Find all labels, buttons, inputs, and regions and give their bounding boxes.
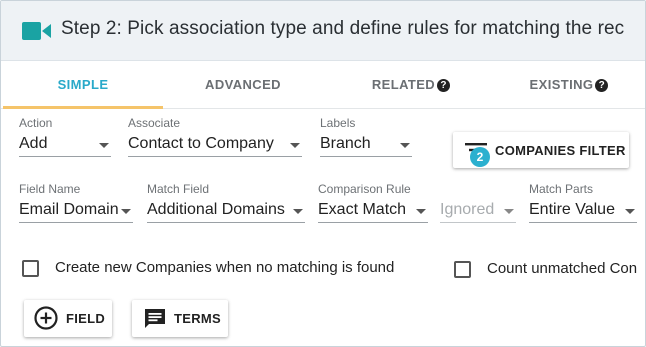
labels-value: Branch (320, 135, 371, 152)
filter-count-badge: 2 (470, 147, 490, 167)
companies-filter-label: COMPANIES FILTER (495, 143, 626, 158)
associate-field: Associate Contact to Company (128, 116, 302, 160)
tab-related-label: RELATED (371, 77, 436, 92)
action-label: Action (19, 116, 53, 130)
action-value: Add (19, 135, 48, 152)
tab-advanced-label: ADVANCED (205, 77, 281, 92)
field-name-value: Email Domain (19, 201, 119, 218)
labels-label: Labels (320, 116, 356, 130)
add-field-label: FIELD (66, 311, 106, 326)
match-field-select[interactable]: Additional Domains (147, 199, 305, 223)
create-new-label: Create new Companies when no matching is… (55, 259, 395, 276)
match-parts-label: Match Parts (529, 182, 594, 196)
associate-value: Contact to Company (128, 135, 274, 152)
chevron-down-icon (293, 209, 303, 214)
terms-label: TERMS (174, 311, 221, 326)
tab-existing-label: EXISTING (529, 77, 594, 92)
labels-select[interactable]: Branch (320, 133, 412, 157)
count-unmatched-label: Count unmatched Con (487, 260, 638, 277)
match-parts-value: Entire Value (529, 201, 615, 218)
create-new-checkbox[interactable] (22, 260, 39, 277)
chevron-down-icon (400, 143, 410, 148)
ignored-value: Ignored (440, 201, 495, 218)
step-header: Step 2: Pick association type and define… (1, 1, 645, 61)
match-field-label: Match Field (147, 182, 210, 196)
labels-field: Labels Branch (320, 116, 412, 160)
comparison-rule-select[interactable]: Exact Match (318, 199, 428, 223)
comparison-rule-value: Exact Match (318, 201, 407, 218)
count-unmatched-checkbox[interactable] (454, 261, 471, 278)
create-new-checkbox-row: Create new Companies when no matching is… (22, 259, 432, 280)
field-name-field: Field Name Email Domain (19, 182, 133, 226)
tab-bar: SIMPLE ADVANCED RELATED? EXISTING? (1, 61, 645, 109)
chevron-down-icon (290, 143, 300, 148)
chevron-down-icon (416, 209, 426, 214)
chevron-down-icon (99, 143, 109, 148)
match-parts-field: Match Parts Entire Value (529, 182, 637, 226)
chevron-down-icon (625, 209, 635, 214)
active-tab-indicator (3, 106, 163, 109)
add-field-button[interactable]: FIELD (24, 300, 112, 337)
comparison-rule-label: Comparison Rule (318, 182, 411, 196)
match-field-field: Match Field Additional Domains (147, 182, 305, 226)
action-select[interactable]: Add (19, 133, 111, 157)
tab-simple[interactable]: SIMPLE (3, 61, 163, 109)
video-camera-icon (22, 22, 51, 40)
comparison-rule-field: Comparison Rule Exact Match (318, 182, 428, 226)
tab-advanced[interactable]: ADVANCED (163, 61, 323, 109)
associate-label: Associate (128, 116, 181, 130)
chat-message-icon (145, 309, 165, 328)
match-parts-select[interactable]: Entire Value (529, 199, 637, 223)
action-field: Action Add (19, 116, 111, 160)
tab-existing[interactable]: EXISTING? (489, 61, 645, 109)
tab-related[interactable]: RELATED? (331, 61, 491, 109)
terms-button[interactable]: TERMS (132, 300, 228, 337)
match-field-value: Additional Domains (147, 201, 285, 218)
dialog-frame: Step 2: Pick association type and define… (0, 0, 646, 347)
count-unmatched-checkbox-row: Count unmatched Con (454, 260, 645, 281)
ignored-select[interactable]: Ignored (440, 199, 516, 223)
help-icon[interactable]: ? (595, 79, 609, 92)
add-circle-icon (34, 306, 58, 330)
chevron-down-icon (504, 209, 514, 214)
step-title: Step 2: Pick association type and define… (61, 18, 625, 39)
help-icon[interactable]: ? (437, 79, 451, 92)
associate-select[interactable]: Contact to Company (128, 133, 302, 157)
tab-simple-label: SIMPLE (57, 77, 109, 92)
chevron-down-icon (121, 209, 131, 214)
field-name-select[interactable]: Email Domain (19, 199, 133, 223)
field-name-label: Field Name (19, 182, 81, 196)
ignored-field: Ignored (440, 182, 516, 226)
